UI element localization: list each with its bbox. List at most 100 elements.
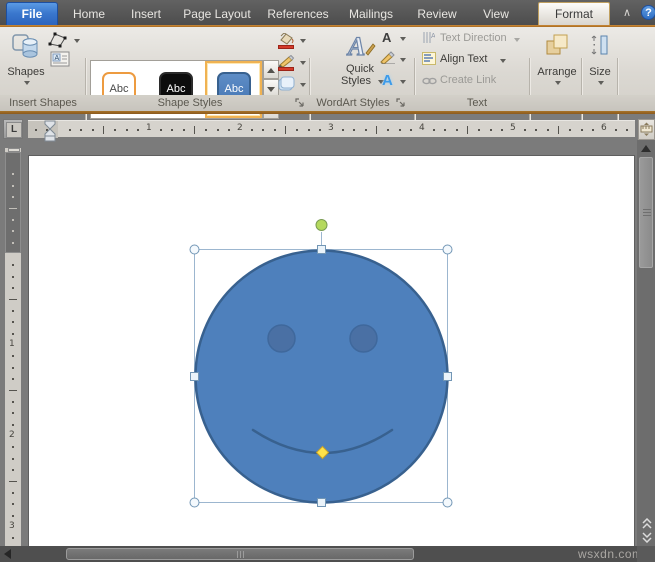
- previous-page-button[interactable]: [641, 518, 653, 530]
- resize-handle-top-right[interactable]: [443, 245, 452, 254]
- shape-outline-button[interactable]: [278, 54, 308, 72]
- shapes-button[interactable]: Shapes: [4, 30, 48, 94]
- thumb-grip: [240, 551, 241, 558]
- h-ruler-tick: [535, 129, 537, 131]
- v-ruler-half-tick: [9, 390, 17, 391]
- shape-styles-dialog-launcher[interactable]: [295, 98, 305, 108]
- vertical-scrollbar-thumb[interactable]: [639, 157, 653, 268]
- resize-handle-bottom-left[interactable]: [190, 498, 199, 507]
- size-caret-icon: [598, 81, 604, 85]
- h-ruler-tick: [626, 129, 628, 131]
- h-ruler-tick: [410, 129, 412, 131]
- v-ruler-top-margin: [5, 152, 21, 253]
- h-ruler-tick: [501, 129, 503, 131]
- h-ruler-tick: [69, 129, 71, 131]
- tab-file[interactable]: File: [6, 2, 58, 26]
- next-page-button[interactable]: [641, 531, 653, 543]
- resize-handle-top-center[interactable]: [318, 246, 326, 254]
- minimize-ribbon-chevron-icon[interactable]: ∧: [618, 5, 636, 21]
- text-fill-icon: A: [382, 30, 391, 45]
- tab-page-layout[interactable]: Page Layout: [176, 4, 258, 25]
- gallery-scroll-up-button[interactable]: [263, 60, 279, 79]
- h-ruler-tick: [478, 129, 480, 131]
- group-label-text: Text: [426, 97, 528, 109]
- tab-review[interactable]: Review: [408, 4, 466, 25]
- resize-handle-top-left[interactable]: [190, 245, 199, 254]
- rotation-handle[interactable]: [316, 220, 327, 231]
- shape-effects-button[interactable]: [278, 76, 308, 94]
- v-ruler-half-tick: [9, 481, 17, 482]
- tab-selector-button[interactable]: L: [3, 119, 23, 139]
- create-link-button[interactable]: Create Link: [422, 73, 526, 89]
- size-button[interactable]: Size: [584, 30, 616, 94]
- scroll-up-arrow-icon[interactable]: [641, 145, 651, 152]
- thumb-grip: [643, 212, 651, 213]
- tab-insert[interactable]: Insert: [120, 4, 172, 25]
- h-ruler-tick: [524, 129, 526, 131]
- horizontal-ruler[interactable]: 123456: [28, 120, 635, 137]
- view-ruler-toggle-button[interactable]: [638, 119, 655, 140]
- shape-outline-caret-icon: [300, 61, 306, 65]
- h-ruler-tick: [456, 129, 458, 131]
- resize-handle-middle-left[interactable]: [191, 373, 199, 381]
- h-ruler-half-tick: [285, 126, 286, 134]
- smiley-face-shape[interactable]: [196, 251, 448, 503]
- v-ruler-tick: [12, 458, 14, 460]
- tab-mailings[interactable]: Mailings: [338, 4, 404, 25]
- quick-styles-button[interactable]: A Quick Styles: [334, 30, 386, 94]
- edit-shape-button[interactable]: [46, 31, 82, 51]
- edit-shape-caret-icon: [74, 39, 80, 43]
- h-ruler-tick: [569, 129, 571, 131]
- gallery-up-arrow-icon: [267, 68, 275, 74]
- tab-references[interactable]: References: [262, 4, 334, 25]
- wordart-dialog-launcher[interactable]: [396, 98, 406, 108]
- arrange-label: Arrange: [534, 66, 580, 78]
- shape-fill-bucket-icon: [278, 33, 295, 45]
- create-link-label: Create Link: [440, 74, 496, 86]
- thumb-grip: [643, 209, 651, 210]
- h-ruler-half-tick: [194, 126, 195, 134]
- h-ruler-half-tick: [558, 126, 559, 134]
- help-icon[interactable]: ?: [641, 5, 655, 20]
- resize-handle-bottom-center[interactable]: [318, 499, 326, 507]
- v-ruler-tick: [12, 424, 14, 426]
- tab-view[interactable]: View: [470, 4, 522, 25]
- draw-text-box-button[interactable]: A: [50, 51, 76, 71]
- resize-handle-bottom-right[interactable]: [443, 498, 452, 507]
- indent-markers[interactable]: [43, 120, 57, 142]
- shapes-icon: [12, 32, 40, 60]
- tab-format-active[interactable]: Format: [538, 2, 610, 26]
- arrange-button[interactable]: Arrange: [534, 30, 580, 94]
- tab-home[interactable]: Home: [62, 4, 116, 25]
- text-direction-caret-icon: [514, 38, 520, 42]
- selected-shape-canvas: [180, 215, 470, 515]
- shape-fill-caret-icon: [300, 39, 306, 43]
- text-effects-button[interactable]: A: [380, 72, 408, 91]
- text-direction-button[interactable]: A Text Direction: [422, 31, 526, 47]
- align-text-button[interactable]: Align Text: [422, 52, 526, 68]
- shape-fill-button[interactable]: [278, 32, 308, 50]
- shapes-dropdown-caret-icon: [24, 81, 30, 85]
- text-outline-button[interactable]: [380, 51, 408, 68]
- h-ruler-number: 1: [146, 123, 152, 133]
- scroll-left-arrow-icon[interactable]: [4, 549, 11, 559]
- text-effects-icon: A: [382, 72, 393, 89]
- h-ruler-tick: [262, 129, 264, 131]
- v-ruler-tick: [12, 412, 14, 414]
- v-ruler-number: 1: [9, 339, 15, 349]
- shape-outline-pencil-icon: [278, 55, 295, 67]
- h-ruler-tick: [217, 129, 219, 131]
- group-label-shape-styles: Shape Styles: [110, 97, 270, 109]
- v-ruler-tick: [12, 310, 14, 312]
- v-ruler-half-tick: [9, 208, 17, 209]
- text-fill-button[interactable]: A: [380, 30, 408, 47]
- vertical-ruler[interactable]: 123: [5, 148, 21, 546]
- horizontal-scrollbar-thumb[interactable]: [66, 548, 414, 560]
- resize-handle-middle-right[interactable]: [444, 373, 452, 381]
- h-ruler-tick: [365, 129, 367, 131]
- edit-shape-icon: [46, 31, 70, 49]
- text-fill-caret-icon: [400, 37, 406, 41]
- h-ruler-tick: [80, 129, 82, 131]
- watermark-text: wsxdn.com: [578, 547, 643, 561]
- ribbon-tab-bar: File Home Insert Page Layout References …: [0, 0, 655, 25]
